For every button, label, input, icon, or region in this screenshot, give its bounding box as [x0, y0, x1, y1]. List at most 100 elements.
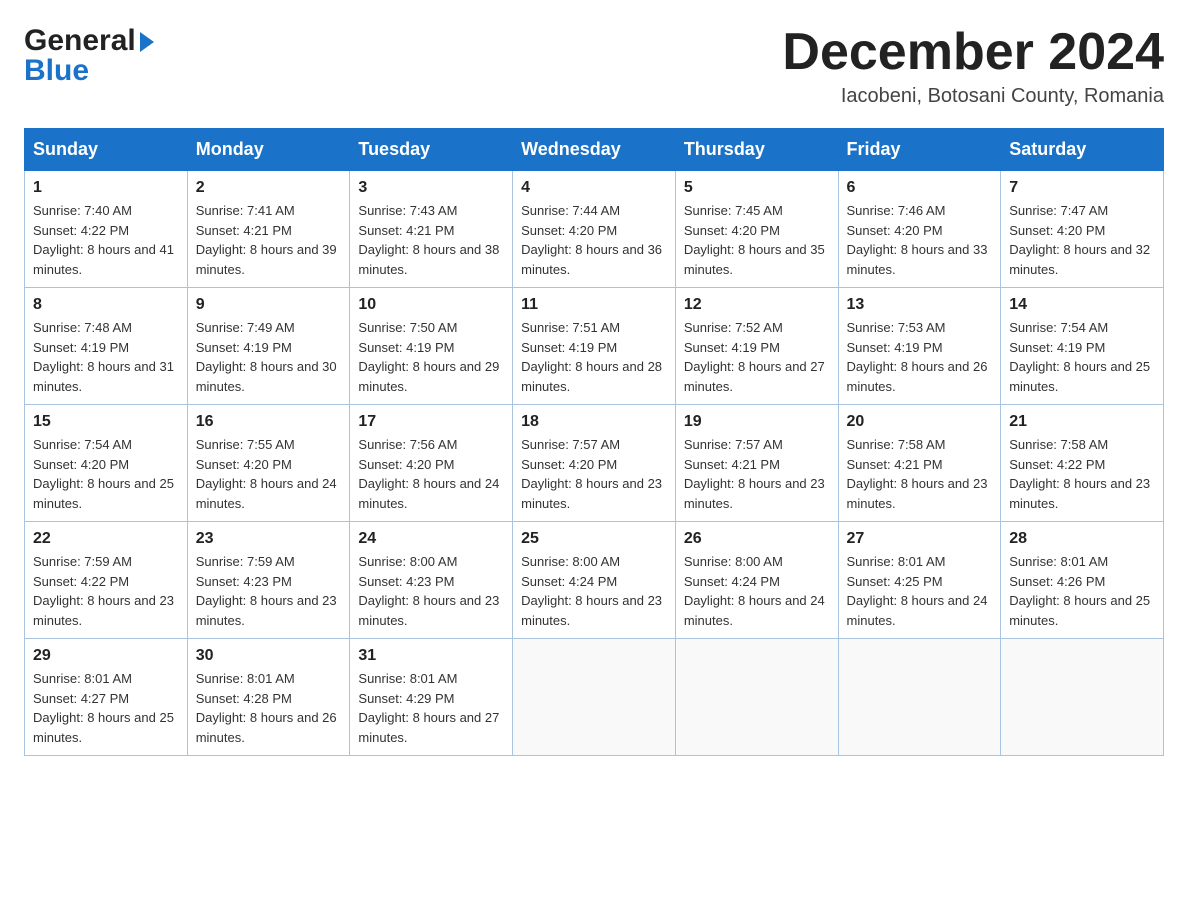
- column-header-thursday: Thursday: [675, 129, 838, 171]
- day-info: Sunrise: 7:45 AMSunset: 4:20 PMDaylight:…: [684, 201, 830, 279]
- calendar-week-row: 8 Sunrise: 7:48 AMSunset: 4:19 PMDayligh…: [25, 288, 1164, 405]
- day-number: 31: [358, 647, 504, 665]
- day-info: Sunrise: 7:41 AMSunset: 4:21 PMDaylight:…: [196, 201, 342, 279]
- day-number: 26: [684, 530, 830, 548]
- calendar-cell: 11 Sunrise: 7:51 AMSunset: 4:19 PMDaylig…: [513, 288, 676, 405]
- day-info: Sunrise: 8:00 AMSunset: 4:23 PMDaylight:…: [358, 552, 504, 630]
- day-number: 28: [1009, 530, 1155, 548]
- day-number: 10: [358, 296, 504, 314]
- page-header: General Blue December 2024 Iacobeni, Bot…: [24, 24, 1164, 108]
- day-info: Sunrise: 7:49 AMSunset: 4:19 PMDaylight:…: [196, 318, 342, 396]
- day-number: 11: [521, 296, 667, 314]
- column-header-wednesday: Wednesday: [513, 129, 676, 171]
- calendar-week-row: 29 Sunrise: 8:01 AMSunset: 4:27 PMDaylig…: [25, 639, 1164, 756]
- calendar-cell: [838, 639, 1001, 756]
- day-info: Sunrise: 7:40 AMSunset: 4:22 PMDaylight:…: [33, 201, 179, 279]
- column-header-saturday: Saturday: [1001, 129, 1164, 171]
- day-info: Sunrise: 8:01 AMSunset: 4:27 PMDaylight:…: [33, 669, 179, 747]
- day-info: Sunrise: 8:01 AMSunset: 4:28 PMDaylight:…: [196, 669, 342, 747]
- day-number: 14: [1009, 296, 1155, 314]
- day-info: Sunrise: 8:00 AMSunset: 4:24 PMDaylight:…: [521, 552, 667, 630]
- calendar-week-row: 15 Sunrise: 7:54 AMSunset: 4:20 PMDaylig…: [25, 405, 1164, 522]
- calendar-cell: 4 Sunrise: 7:44 AMSunset: 4:20 PMDayligh…: [513, 171, 676, 288]
- day-info: Sunrise: 7:54 AMSunset: 4:20 PMDaylight:…: [33, 435, 179, 513]
- day-info: Sunrise: 7:48 AMSunset: 4:19 PMDaylight:…: [33, 318, 179, 396]
- logo-blue: Blue: [24, 54, 89, 88]
- day-info: Sunrise: 7:51 AMSunset: 4:19 PMDaylight:…: [521, 318, 667, 396]
- day-number: 18: [521, 413, 667, 431]
- calendar-cell: 5 Sunrise: 7:45 AMSunset: 4:20 PMDayligh…: [675, 171, 838, 288]
- logo-general: General: [24, 24, 154, 58]
- day-info: Sunrise: 7:57 AMSunset: 4:21 PMDaylight:…: [684, 435, 830, 513]
- day-info: Sunrise: 7:59 AMSunset: 4:22 PMDaylight:…: [33, 552, 179, 630]
- location: Iacobeni, Botosani County, Romania: [782, 85, 1164, 108]
- calendar-cell: 18 Sunrise: 7:57 AMSunset: 4:20 PMDaylig…: [513, 405, 676, 522]
- calendar-header-row: SundayMondayTuesdayWednesdayThursdayFrid…: [25, 129, 1164, 171]
- day-info: Sunrise: 7:54 AMSunset: 4:19 PMDaylight:…: [1009, 318, 1155, 396]
- calendar-cell: 26 Sunrise: 8:00 AMSunset: 4:24 PMDaylig…: [675, 522, 838, 639]
- calendar-cell: 29 Sunrise: 8:01 AMSunset: 4:27 PMDaylig…: [25, 639, 188, 756]
- column-header-tuesday: Tuesday: [350, 129, 513, 171]
- calendar-cell: 3 Sunrise: 7:43 AMSunset: 4:21 PMDayligh…: [350, 171, 513, 288]
- day-number: 22: [33, 530, 179, 548]
- day-info: Sunrise: 7:58 AMSunset: 4:21 PMDaylight:…: [847, 435, 993, 513]
- day-info: Sunrise: 7:50 AMSunset: 4:19 PMDaylight:…: [358, 318, 504, 396]
- logo: General Blue: [24, 24, 154, 88]
- day-number: 9: [196, 296, 342, 314]
- calendar-cell: 28 Sunrise: 8:01 AMSunset: 4:26 PMDaylig…: [1001, 522, 1164, 639]
- day-number: 7: [1009, 179, 1155, 197]
- calendar-cell: 20 Sunrise: 7:58 AMSunset: 4:21 PMDaylig…: [838, 405, 1001, 522]
- column-header-friday: Friday: [838, 129, 1001, 171]
- day-number: 20: [847, 413, 993, 431]
- day-number: 24: [358, 530, 504, 548]
- calendar-cell: 22 Sunrise: 7:59 AMSunset: 4:22 PMDaylig…: [25, 522, 188, 639]
- calendar-cell: [1001, 639, 1164, 756]
- day-number: 12: [684, 296, 830, 314]
- day-number: 13: [847, 296, 993, 314]
- day-info: Sunrise: 8:00 AMSunset: 4:24 PMDaylight:…: [684, 552, 830, 630]
- day-number: 27: [847, 530, 993, 548]
- calendar-week-row: 22 Sunrise: 7:59 AMSunset: 4:22 PMDaylig…: [25, 522, 1164, 639]
- day-info: Sunrise: 7:53 AMSunset: 4:19 PMDaylight:…: [847, 318, 993, 396]
- day-number: 21: [1009, 413, 1155, 431]
- calendar-cell: [513, 639, 676, 756]
- day-info: Sunrise: 8:01 AMSunset: 4:25 PMDaylight:…: [847, 552, 993, 630]
- calendar-cell: 25 Sunrise: 8:00 AMSunset: 4:24 PMDaylig…: [513, 522, 676, 639]
- day-number: 5: [684, 179, 830, 197]
- calendar-cell: 24 Sunrise: 8:00 AMSunset: 4:23 PMDaylig…: [350, 522, 513, 639]
- calendar-cell: 6 Sunrise: 7:46 AMSunset: 4:20 PMDayligh…: [838, 171, 1001, 288]
- day-number: 8: [33, 296, 179, 314]
- day-number: 17: [358, 413, 504, 431]
- calendar-cell: 2 Sunrise: 7:41 AMSunset: 4:21 PMDayligh…: [187, 171, 350, 288]
- day-info: Sunrise: 7:46 AMSunset: 4:20 PMDaylight:…: [847, 201, 993, 279]
- month-title: December 2024: [782, 24, 1164, 81]
- calendar-table: SundayMondayTuesdayWednesdayThursdayFrid…: [24, 128, 1164, 756]
- calendar-week-row: 1 Sunrise: 7:40 AMSunset: 4:22 PMDayligh…: [25, 171, 1164, 288]
- day-info: Sunrise: 7:43 AMSunset: 4:21 PMDaylight:…: [358, 201, 504, 279]
- day-number: 30: [196, 647, 342, 665]
- day-info: Sunrise: 7:59 AMSunset: 4:23 PMDaylight:…: [196, 552, 342, 630]
- calendar-cell: 10 Sunrise: 7:50 AMSunset: 4:19 PMDaylig…: [350, 288, 513, 405]
- calendar-cell: 19 Sunrise: 7:57 AMSunset: 4:21 PMDaylig…: [675, 405, 838, 522]
- day-number: 3: [358, 179, 504, 197]
- day-number: 19: [684, 413, 830, 431]
- day-number: 2: [196, 179, 342, 197]
- day-number: 16: [196, 413, 342, 431]
- calendar-cell: 15 Sunrise: 7:54 AMSunset: 4:20 PMDaylig…: [25, 405, 188, 522]
- day-info: Sunrise: 7:56 AMSunset: 4:20 PMDaylight:…: [358, 435, 504, 513]
- day-number: 15: [33, 413, 179, 431]
- day-number: 6: [847, 179, 993, 197]
- calendar-cell: 30 Sunrise: 8:01 AMSunset: 4:28 PMDaylig…: [187, 639, 350, 756]
- calendar-cell: 13 Sunrise: 7:53 AMSunset: 4:19 PMDaylig…: [838, 288, 1001, 405]
- day-info: Sunrise: 7:57 AMSunset: 4:20 PMDaylight:…: [521, 435, 667, 513]
- calendar-cell: 7 Sunrise: 7:47 AMSunset: 4:20 PMDayligh…: [1001, 171, 1164, 288]
- day-number: 29: [33, 647, 179, 665]
- calendar-cell: 14 Sunrise: 7:54 AMSunset: 4:19 PMDaylig…: [1001, 288, 1164, 405]
- calendar-cell: 17 Sunrise: 7:56 AMSunset: 4:20 PMDaylig…: [350, 405, 513, 522]
- day-info: Sunrise: 7:47 AMSunset: 4:20 PMDaylight:…: [1009, 201, 1155, 279]
- day-info: Sunrise: 7:52 AMSunset: 4:19 PMDaylight:…: [684, 318, 830, 396]
- calendar-cell: 21 Sunrise: 7:58 AMSunset: 4:22 PMDaylig…: [1001, 405, 1164, 522]
- day-info: Sunrise: 8:01 AMSunset: 4:26 PMDaylight:…: [1009, 552, 1155, 630]
- day-number: 25: [521, 530, 667, 548]
- day-info: Sunrise: 7:55 AMSunset: 4:20 PMDaylight:…: [196, 435, 342, 513]
